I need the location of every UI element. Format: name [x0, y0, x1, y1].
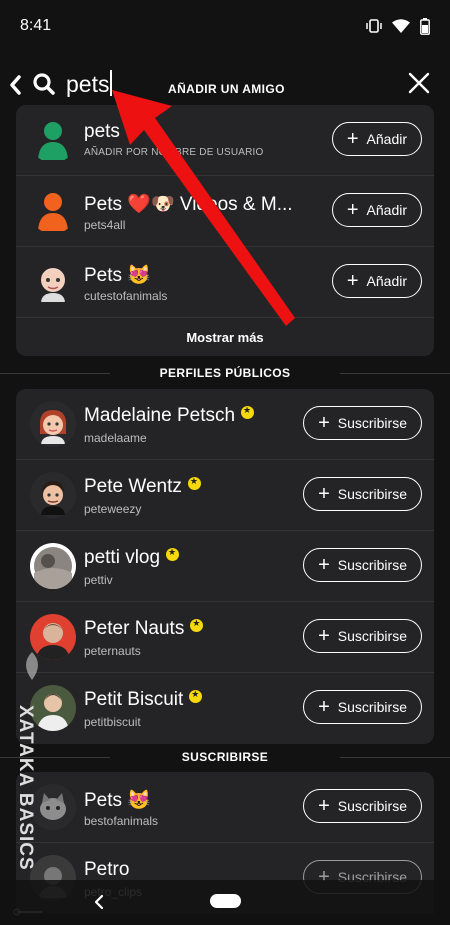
list-item[interactable]: petti vlog pettiv + Suscribirse [16, 531, 434, 602]
row-sub: AÑADIR POR NOMBRE DE USUARIO [84, 147, 264, 158]
status-icons [366, 17, 430, 35]
subscribe-button[interactable]: + Suscribirse [303, 619, 422, 653]
public-profiles-card: Madelaine Petsch madelaame +Suscribirse … [16, 389, 434, 744]
button-label: Añadir [366, 202, 407, 218]
row-sub: petitbiscuit [84, 715, 141, 729]
row-sub: pettiv [84, 573, 113, 587]
add-friend-card: pets AÑADIR POR NOMBRE DE USUARIO + Añadi… [16, 105, 434, 356]
back-chevron-icon[interactable] [6, 70, 26, 100]
section-title-public-profiles: PERFILES PÚBLICOS [0, 366, 450, 380]
section-title-subscribe: SUSCRIBIRSE [0, 750, 450, 764]
avatar [30, 259, 76, 305]
row-name: pets [84, 121, 120, 142]
button-label: Suscribirse [337, 486, 407, 502]
verified-star-icon [190, 618, 204, 632]
button-label: Suscribirse [337, 628, 407, 644]
plus-icon: + [346, 199, 359, 221]
row-name-text: petti vlog [84, 547, 161, 568]
button-label: Añadir [366, 273, 407, 289]
wifi-icon [392, 19, 410, 33]
search-icon [33, 73, 55, 95]
list-item[interactable]: Peter Nauts peternauts + Suscribirse [16, 602, 434, 673]
subscribe-button[interactable]: + Suscribirse [303, 690, 422, 724]
page-title: AÑADIR UN AMIGO [168, 82, 285, 96]
subscribe-button[interactable]: + Suscribirse [303, 789, 422, 823]
row-name-text: Peter Nauts [84, 618, 185, 639]
add-button[interactable]: + Añadir [331, 193, 422, 227]
avatar [30, 401, 76, 447]
button-label: Suscribirse [337, 557, 407, 573]
row-name: Pets ❤️🐶 Videos & M... [84, 194, 293, 215]
row-name: Petro [84, 859, 130, 880]
row-name: Petit Biscuit [84, 689, 203, 711]
avatar [30, 117, 76, 163]
plus-icon: + [318, 696, 330, 718]
nav-back-icon[interactable] [92, 893, 106, 911]
list-item[interactable]: Pets 😻 cutestofanimals + Añadir [16, 247, 434, 318]
show-more-button[interactable]: Mostrar más [16, 318, 434, 356]
row-name-text: Madelaine Petsch [84, 405, 236, 426]
row-name: Pete Wentz [84, 476, 201, 498]
plus-icon: + [318, 412, 330, 434]
list-item[interactable]: Madelaine Petsch madelaame + Suscribirse [16, 389, 434, 460]
status-time: 8:41 [20, 17, 52, 34]
verified-star-icon [241, 405, 255, 419]
avatar [30, 543, 76, 589]
avatar [30, 472, 76, 518]
battery-icon [420, 17, 430, 35]
button-label: Suscribirse [337, 415, 407, 431]
row-sub: bestofanimals [84, 814, 159, 828]
button-label: Suscribirse [337, 798, 407, 814]
subscribe-button[interactable]: + Suscribirse [303, 477, 422, 511]
row-sub: peternauts [84, 644, 141, 658]
system-nav-bar [0, 880, 450, 925]
avatar [30, 188, 76, 234]
row-sub: peteweezy [84, 502, 142, 516]
plus-icon: + [318, 483, 330, 505]
row-sub: pets4all [84, 218, 126, 232]
plus-icon: + [318, 554, 330, 576]
list-item[interactable]: Pets 😻 bestofanimals + Suscribirse [16, 772, 434, 843]
plus-icon: + [346, 128, 359, 150]
plus-icon: + [318, 625, 330, 647]
search-bar: pets AÑADIR UN AMIGO [0, 60, 450, 110]
watermark-text: XATAKA BASICS [15, 705, 36, 871]
search-input[interactable]: pets [66, 70, 113, 98]
row-name: Pets 😻 [84, 265, 151, 286]
row-sub: cutestofanimals [84, 289, 168, 303]
list-item[interactable]: pets AÑADIR POR NOMBRE DE USUARIO + Añadi… [16, 105, 434, 176]
text-caret [110, 70, 113, 96]
row-name: Pets 😻 [84, 790, 151, 811]
row-name: petti vlog [84, 547, 180, 569]
close-icon[interactable] [408, 72, 430, 94]
plus-icon: + [346, 270, 359, 292]
plus-icon: + [318, 795, 330, 817]
verified-star-icon [189, 689, 203, 703]
list-item[interactable]: Pete Wentz peteweezy + Suscribirse [16, 460, 434, 531]
vibrate-icon [366, 19, 382, 33]
list-item[interactable]: Petit Biscuit petitbiscuit + Suscribirse [16, 673, 434, 744]
row-sub: madelaame [84, 431, 147, 445]
subscribe-button[interactable]: + Suscribirse [303, 548, 422, 582]
nav-home-pill[interactable] [210, 894, 241, 908]
row-name-text: Pete Wentz [84, 476, 182, 497]
status-bar: 8:41 [0, 0, 450, 52]
search-query: pets [66, 71, 110, 97]
button-label: Añadir [366, 131, 407, 147]
add-button[interactable]: + Añadir [331, 264, 422, 298]
row-name: Peter Nauts [84, 618, 204, 640]
list-item[interactable]: Pets ❤️🐶 Videos & M... pets4all + Añadir [16, 176, 434, 247]
verified-star-icon [166, 547, 180, 561]
row-name: Madelaine Petsch [84, 405, 255, 427]
verified-star-icon [187, 476, 201, 490]
row-name-text: Petit Biscuit [84, 689, 184, 710]
add-button[interactable]: + Añadir [331, 122, 422, 156]
subscribe-button[interactable]: + Suscribirse [303, 406, 422, 440]
button-label: Suscribirse [337, 699, 407, 715]
